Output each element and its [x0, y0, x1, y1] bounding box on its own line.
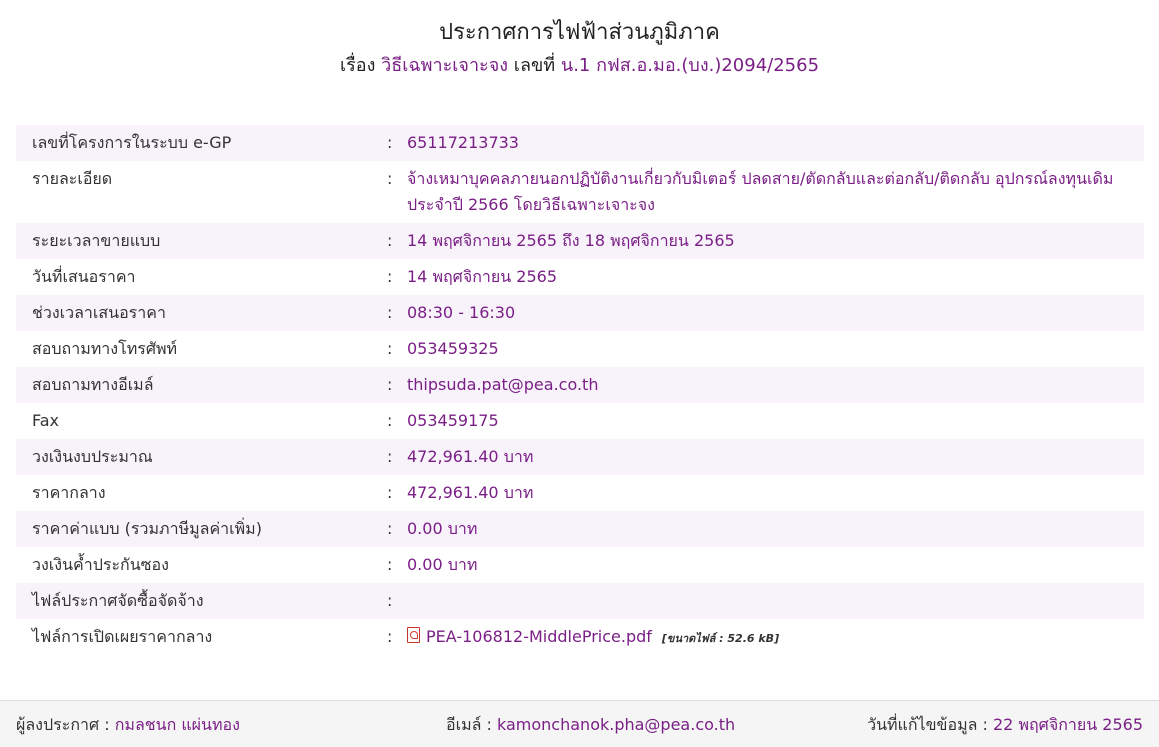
announce-file-value [407, 583, 1144, 619]
detail-separator: : [387, 375, 393, 394]
detail-row-fax: Fax : 053459175 [16, 403, 1144, 439]
detail-label: รายละเอียด [32, 169, 113, 188]
detail-row-phone: สอบถามทางโทรศัพท์ : 053459325 [16, 331, 1144, 367]
detail-row-guarantee: วงเงินค้ำประกันซอง : 0.00 บาท [16, 547, 1144, 583]
number-prefix: เลขที่ [513, 55, 556, 76]
detail-label: สอบถามทางโทรศัพท์ [32, 339, 178, 358]
detail-label: ราคากลาง [32, 483, 106, 502]
detail-row-bid-time: ช่วงเวลาเสนอราคา : 08:30 - 16:30 [16, 295, 1144, 331]
subject-value: วิธีเฉพาะเจาะจง [381, 55, 509, 76]
footer-email: อีเมล์ : kamonchanok.pha@pea.co.th [446, 701, 735, 747]
announcement-header: ประกาศการไฟฟ้าส่วนภูมิภาค เรื่อง วิธีเฉพ… [0, 0, 1159, 80]
detail-separator: : [387, 591, 393, 610]
doc-price-value: 0.00 บาท [407, 519, 478, 538]
detail-label: เลขที่โครงการในระบบ e-GP [32, 133, 232, 152]
detail-label: ระยะเวลาขายแบบ [32, 231, 161, 250]
pdf-file-icon [407, 627, 420, 643]
middle-price-file-cell: PEA-106812-MiddlePrice.pdf [ขนาดไฟล์ : 52… [407, 619, 1144, 657]
footer-email-label: อีเมล์ : [446, 715, 492, 734]
middle-price-file-link[interactable]: PEA-106812-MiddlePrice.pdf [426, 627, 652, 646]
detail-label: ไฟล์ประกาศจัดซื้อจัดจ้าง [32, 591, 204, 610]
page-footer: ผู้ลงประกาศ : กมลชนก แผ่นทอง อีเมล์ : ka… [0, 700, 1159, 747]
details-table: เลขที่โครงการในระบบ e-GP : 65117213733 ร… [16, 125, 1144, 657]
detail-row-egp: เลขที่โครงการในระบบ e-GP : 65117213733 [16, 125, 1144, 161]
detail-separator: : [387, 133, 393, 152]
budget-value: 472,961.40 บาท [407, 447, 534, 466]
detail-separator: : [387, 483, 393, 502]
egp-project-number: 65117213733 [407, 133, 519, 152]
detail-row-announce-file: ไฟล์ประกาศจัดซื้อจัดจ้าง : [16, 583, 1144, 619]
contact-email-link[interactable]: thipsuda.pat@pea.co.th [407, 367, 1144, 403]
detail-label: ราคาค่าแบบ (รวมภาษีมูลค่าเพิ่ม) [32, 519, 262, 538]
announcer-label: ผู้ลงประกาศ : [16, 715, 110, 734]
updated-label: วันที่แก้ไขข้อมูล : [867, 715, 988, 734]
detail-label: วงเงินงบประมาณ [32, 447, 153, 466]
file-size-label: [ขนาดไฟล์ : 52.6 kB] [661, 632, 780, 645]
detail-separator: : [387, 627, 393, 646]
detail-label: Fax [32, 411, 60, 430]
detail-label: ไฟล์การเปิดเผยราคากลาง [32, 627, 213, 646]
announcement-subject-line: เรื่อง วิธีเฉพาะเจาะจง เลขที่ น.1 กฟส.อ.… [0, 52, 1159, 80]
detail-label: ช่วงเวลาเสนอราคา [32, 303, 166, 322]
detail-row-budget: วงเงินงบประมาณ : 472,961.40 บาท [16, 439, 1144, 475]
middle-price-value: 472,961.40 บาท [407, 483, 534, 502]
guarantee-value: 0.00 บาท [407, 555, 478, 574]
detail-row-middle-price: ราคากลาง : 472,961.40 บาท [16, 475, 1144, 511]
detail-separator: : [387, 447, 393, 466]
announcement-page: ประกาศการไฟฟ้าส่วนภูมิภาค เรื่อง วิธีเฉพ… [0, 0, 1159, 747]
project-description: จ้างเหมาบุคคลภายนอกปฏิบัติงานเกี่ยวกับมิ… [407, 169, 1114, 214]
detail-row-middle-price-file: ไฟล์การเปิดเผยราคากลาง : PEA-106812-Midd… [16, 619, 1144, 657]
detail-separator: : [387, 231, 393, 250]
fax-value: 053459175 [407, 411, 499, 430]
phone-value: 053459325 [407, 339, 499, 358]
footer-announcer: ผู้ลงประกาศ : กมลชนก แผ่นทอง [16, 701, 240, 747]
detail-row-sale-period: ระยะเวลาขายแบบ : 14 พฤศจิกายน 2565 ถึง 1… [16, 223, 1144, 259]
detail-separator: : [387, 303, 393, 322]
detail-separator: : [387, 411, 393, 430]
detail-row-bid-date: วันที่เสนอราคา : 14 พฤศจิกายน 2565 [16, 259, 1144, 295]
detail-row-description: รายละเอียด : จ้างเหมาบุคคลภายนอกปฏิบัติง… [16, 161, 1144, 223]
footer-updated: วันที่แก้ไขข้อมูล : 22 พฤศจิกายน 2565 [867, 701, 1143, 747]
bid-date-value: 14 พฤศจิกายน 2565 [407, 267, 557, 286]
detail-row-email: สอบถามทางอีเมล์ : thipsuda.pat@pea.co.th [16, 367, 1144, 403]
detail-label: วันที่เสนอราคา [32, 267, 136, 286]
subject-prefix: เรื่อง [339, 55, 376, 76]
detail-separator: : [387, 555, 393, 574]
footer-email-link[interactable]: kamonchanok.pha@pea.co.th [497, 715, 735, 734]
announcement-number: น.1 กฟส.อ.มอ.(บง.)2094/2565 [560, 55, 820, 76]
sale-period-value: 14 พฤศจิกายน 2565 ถึง 18 พฤศจิกายน 2565 [407, 231, 735, 250]
bid-time-value: 08:30 - 16:30 [407, 303, 516, 322]
detail-row-doc-price: ราคาค่าแบบ (รวมภาษีมูลค่าเพิ่ม) : 0.00 บ… [16, 511, 1144, 547]
detail-separator: : [387, 339, 393, 358]
updated-date: 22 พฤศจิกายน 2565 [993, 715, 1143, 734]
announcer-name: กมลชนก แผ่นทอง [114, 715, 240, 734]
detail-label: สอบถามทางอีเมล์ [32, 375, 154, 394]
detail-separator: : [387, 519, 393, 538]
detail-separator: : [387, 169, 393, 188]
detail-label: วงเงินค้ำประกันซอง [32, 555, 169, 574]
page-title: ประกาศการไฟฟ้าส่วนภูมิภาค [439, 20, 720, 45]
detail-separator: : [387, 267, 393, 286]
